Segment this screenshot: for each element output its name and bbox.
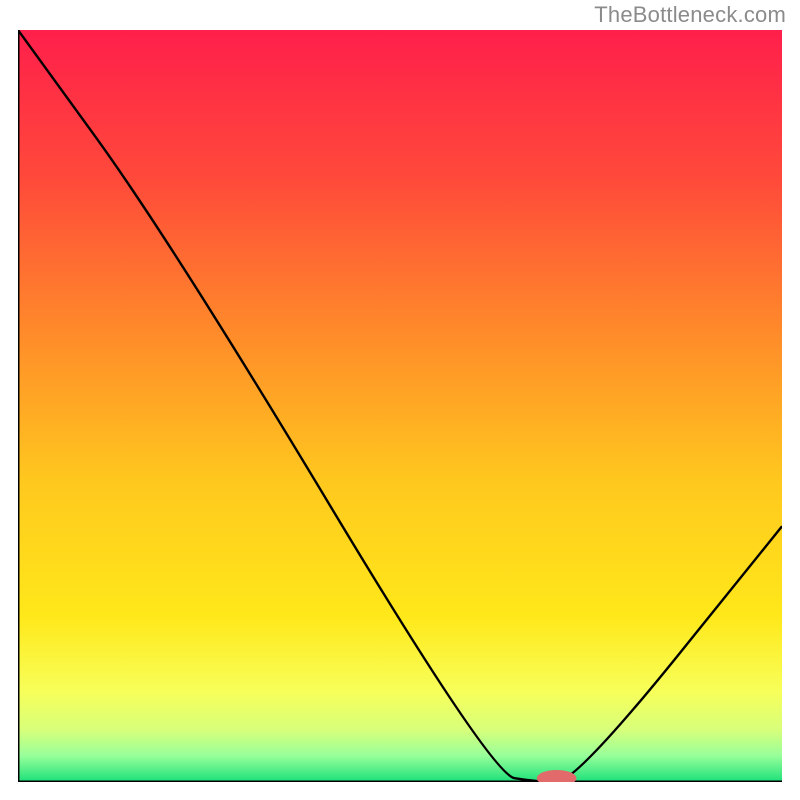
chart-svg bbox=[18, 30, 782, 782]
chart-stage: TheBottleneck.com bbox=[0, 0, 800, 800]
plot-area bbox=[18, 30, 782, 782]
watermark-text: TheBottleneck.com bbox=[594, 2, 786, 28]
